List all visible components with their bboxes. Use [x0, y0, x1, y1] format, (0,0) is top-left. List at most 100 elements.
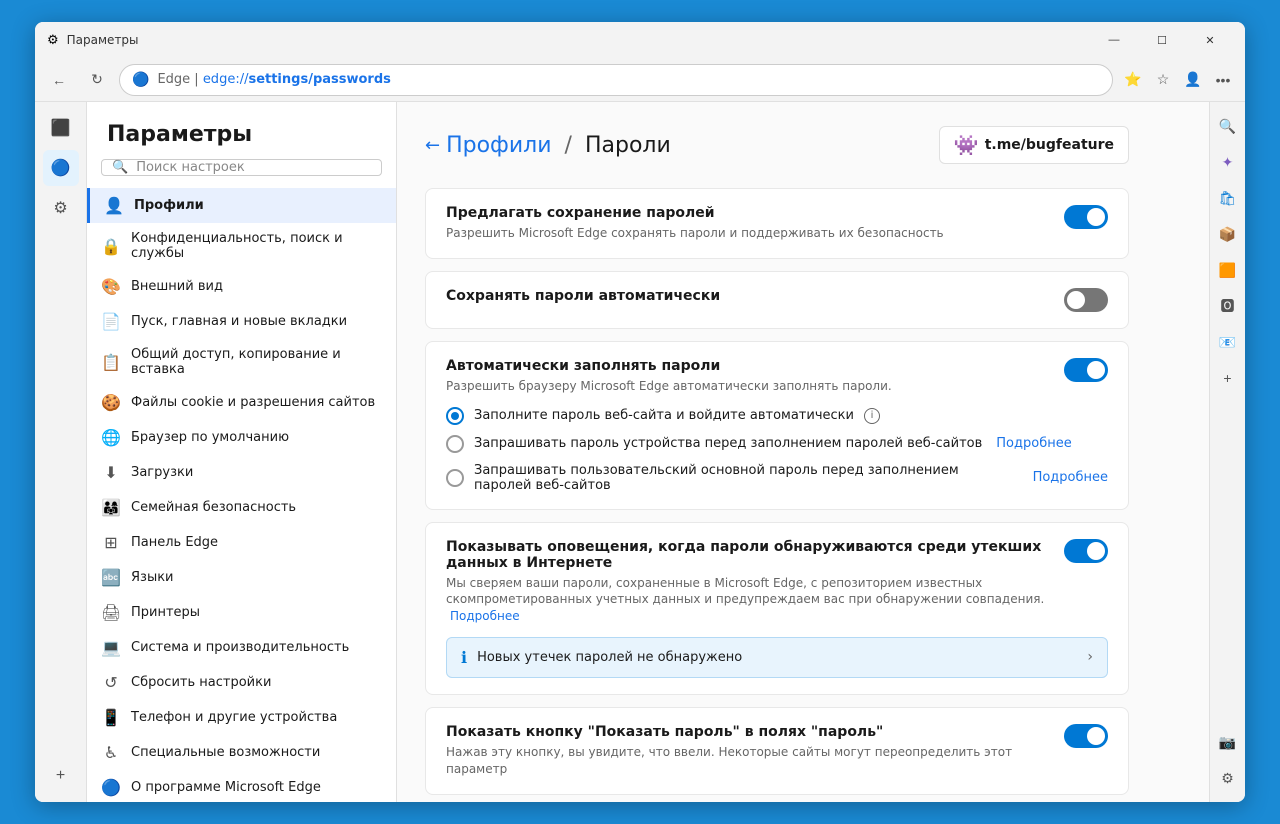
- edge-logo-button[interactable]: 🔵: [43, 150, 79, 186]
- radio-autofill-master[interactable]: Запрашивать пользовательский основной па…: [446, 463, 1108, 493]
- outlook-button[interactable]: 📧: [1212, 326, 1244, 358]
- radio-autofill-device[interactable]: Запрашивать пароль устройства перед запо…: [446, 435, 1108, 453]
- address-bar-row: ← ↻ 🔵 Edge | edge://settings/passwords ⭐…: [35, 58, 1245, 102]
- more-menu-button[interactable]: •••: [1209, 66, 1237, 94]
- share-icon: 📋: [101, 353, 121, 372]
- radio-circle-3: [446, 469, 464, 487]
- sidebar-item-label: Панель Edge: [131, 535, 218, 550]
- minimize-button[interactable]: —: [1091, 24, 1137, 56]
- sidebar-item-languages[interactable]: 🔤 Языки: [87, 560, 396, 595]
- tabs-button[interactable]: ⬛: [43, 110, 79, 146]
- setting-text: Предлагать сохранение паролей Разрешить …: [446, 205, 944, 242]
- collections-button[interactable]: 📦: [1212, 218, 1244, 250]
- sidebar-item-privacy[interactable]: 🔒 Конфиденциальность, поиск и службы: [87, 223, 396, 269]
- leak-banner[interactable]: ℹ Новых утечек паролей не обнаружено ›: [446, 637, 1108, 678]
- printers-icon: 🖨: [101, 603, 121, 622]
- sidebar-item-label: Конфиденциальность, поиск и службы: [131, 231, 382, 261]
- office-button[interactable]: 🅾: [1212, 290, 1244, 322]
- sidebar-item-profiles[interactable]: 👤 Профили: [87, 188, 396, 223]
- bug-icon: 👾: [954, 133, 979, 157]
- breadcrumb-profiles-link[interactable]: Профили: [446, 133, 551, 158]
- sidebar-item-label: Пуск, главная и новые вкладки: [131, 314, 347, 329]
- setting-desc: Разрешить браузеру Microsoft Edge автома…: [446, 378, 892, 395]
- sidebar-item-downloads[interactable]: ⬇ Загрузки: [87, 455, 396, 490]
- setting-label: Показывать оповещения, когда пароли обна…: [446, 539, 1048, 571]
- leak-detect-toggle[interactable]: [1064, 539, 1108, 563]
- sidebar-item-printers[interactable]: 🖨 Принтеры: [87, 595, 396, 630]
- breadcrumb-back-button[interactable]: ←: [425, 135, 440, 156]
- sidebar-item-label: Семейная безопасность: [131, 500, 296, 515]
- address-actions: ⭐ ☆ 👤 •••: [1119, 66, 1237, 94]
- autofill-toggle[interactable]: [1064, 358, 1108, 382]
- show-pass-toggle[interactable]: [1064, 724, 1108, 748]
- extensions-button[interactable]: ✦: [1212, 146, 1244, 178]
- leak-desc-link[interactable]: Подробнее: [450, 609, 520, 623]
- sidebar-item-family[interactable]: 👨‍👩‍👧 Семейная безопасность: [87, 490, 396, 525]
- profile-button[interactable]: 👤: [1179, 66, 1207, 94]
- radio-link-2[interactable]: Подробнее: [996, 436, 1071, 451]
- radio-link-3[interactable]: Подробнее: [1033, 470, 1108, 485]
- breadcrumb-separator: /: [565, 133, 572, 158]
- settings-gear-icon: ⚙: [47, 33, 59, 48]
- setting-row: Предлагать сохранение паролей Разрешить …: [446, 205, 1108, 242]
- sidebar-item-label: Телефон и другие устройства: [131, 710, 337, 725]
- favorites-collections-icon[interactable]: ⭐: [1119, 66, 1147, 94]
- search-rt-button[interactable]: 🔍: [1212, 110, 1244, 142]
- add-button[interactable]: +: [43, 758, 79, 794]
- sidebar-item-label: О программе Microsoft Edge: [131, 780, 321, 795]
- back-button[interactable]: ←: [43, 64, 75, 96]
- shopping-button[interactable]: 🛍: [1212, 182, 1244, 214]
- content-inner: ← Профили / Пароли 👾 t.me/bugfeature: [397, 102, 1157, 802]
- sidebar-item-share[interactable]: 📋 Общий доступ, копирование и вставка: [87, 339, 396, 385]
- main-area: ⬛ 🔵 ⚙ + Параметры 🔍 Поиск настроек 👤 Про…: [35, 102, 1245, 802]
- refresh-button[interactable]: ↻: [81, 64, 113, 96]
- sidebar-item-label: Система и производительность: [131, 640, 349, 655]
- add-rt-button[interactable]: +: [1212, 362, 1244, 394]
- settings-sidebar-button[interactable]: ⚙: [43, 190, 79, 226]
- close-button[interactable]: ✕: [1187, 24, 1233, 56]
- favorites-button[interactable]: ☆: [1149, 66, 1177, 94]
- search-placeholder: Поиск настроек: [136, 160, 245, 175]
- sidebar-item-label: Файлы cookie и разрешения сайтов: [131, 395, 375, 410]
- breadcrumb-text: Профили / Пароли: [446, 133, 671, 158]
- offer-save-toggle[interactable]: [1064, 205, 1108, 229]
- sidebar-item-cookies[interactable]: 🍪 Файлы cookie и разрешения сайтов: [87, 385, 396, 420]
- apps-button[interactable]: 🟧: [1212, 254, 1244, 286]
- auto-save-toggle[interactable]: [1064, 288, 1108, 312]
- settings-search-box[interactable]: 🔍 Поиск настроек: [101, 159, 382, 176]
- setting-text: Сохранять пароли автоматически: [446, 288, 720, 308]
- setting-label: Предлагать сохранение паролей: [446, 205, 944, 221]
- startup-icon: 📄: [101, 312, 121, 331]
- setting-auto-save: Сохранять пароли автоматически: [425, 271, 1129, 329]
- sidebar-item-startup[interactable]: 📄 Пуск, главная и новые вкладки: [87, 304, 396, 339]
- settings-rt-button[interactable]: ⚙: [1212, 762, 1244, 794]
- screenshot-rt-button[interactable]: 📷: [1212, 726, 1244, 758]
- sidebar-item-appearance[interactable]: 🎨 Внешний вид: [87, 269, 396, 304]
- downloads-icon: ⬇: [101, 463, 121, 482]
- setting-text: Автоматически заполнять пароли Разрешить…: [446, 358, 892, 395]
- left-toolbar: ⬛ 🔵 ⚙ +: [35, 102, 87, 802]
- setting-text: Показывать оповещения, когда пароли обна…: [446, 539, 1048, 625]
- setting-label: Сохранять пароли автоматически: [446, 288, 720, 304]
- info-icon-1[interactable]: i: [864, 408, 880, 424]
- sidebar-item-panel[interactable]: ⊞ Панель Edge: [87, 525, 396, 560]
- sidebar-item-system[interactable]: 💻 Система и производительность: [87, 630, 396, 665]
- settings-sidebar: Параметры 🔍 Поиск настроек 👤 Профили 🔒 К…: [87, 102, 397, 802]
- settings-title: Параметры: [87, 102, 396, 159]
- radio-autofill-auto[interactable]: Заполните пароль веб-сайта и войдите авт…: [446, 407, 1108, 425]
- family-icon: 👨‍👩‍👧: [101, 498, 121, 517]
- sidebar-item-accessibility[interactable]: ♿ Специальные возможности: [87, 735, 396, 770]
- setting-offer-save: Предлагать сохранение паролей Разрешить …: [425, 188, 1129, 259]
- title-bar-controls: — ☐ ✕: [1091, 24, 1233, 56]
- reset-icon: ↺: [101, 673, 121, 692]
- url-path: settings/passwords: [248, 72, 390, 87]
- sidebar-item-about[interactable]: 🔵 О программе Microsoft Edge: [87, 770, 396, 802]
- brand-badge: 👾 t.me/bugfeature: [939, 126, 1129, 164]
- address-box[interactable]: 🔵 Edge | edge://settings/passwords: [119, 64, 1113, 96]
- sidebar-item-default-browser[interactable]: 🌐 Браузер по умолчанию: [87, 420, 396, 455]
- maximize-button[interactable]: ☐: [1139, 24, 1185, 56]
- sidebar-item-phone[interactable]: 📱 Телефон и другие устройства: [87, 700, 396, 735]
- sidebar-item-reset[interactable]: ↺ Сбросить настройки: [87, 665, 396, 700]
- radio-label-2: Запрашивать пароль устройства перед запо…: [474, 436, 982, 451]
- accessibility-icon: ♿: [101, 743, 121, 762]
